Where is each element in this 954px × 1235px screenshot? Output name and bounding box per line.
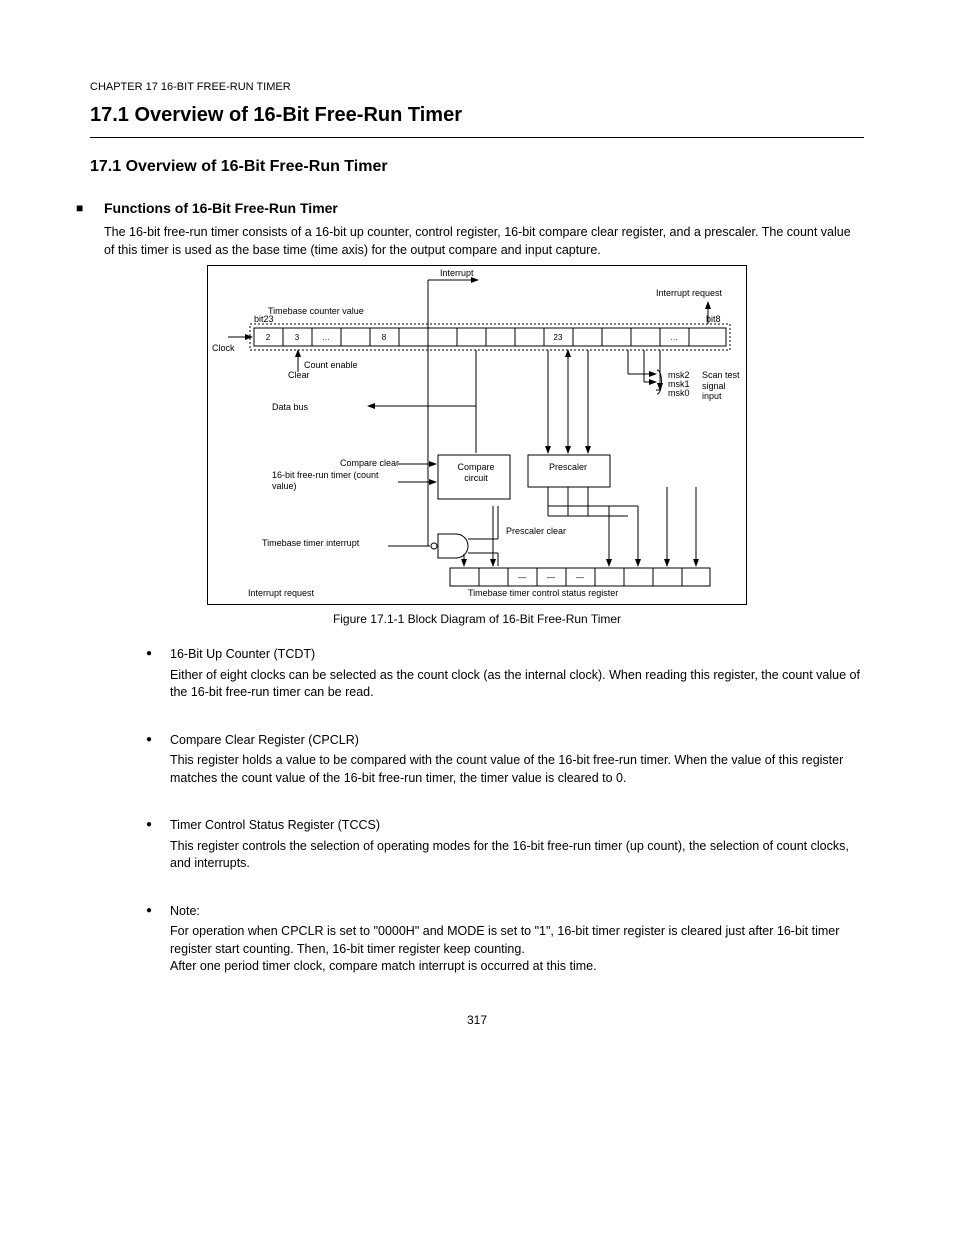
- bullet-body: This register holds a value to be compar…: [170, 752, 864, 787]
- bullet-title: Timer Control Status Register (TCCS): [170, 817, 864, 835]
- lbl-interrupt-request-bottom: Interrupt request: [248, 588, 314, 598]
- title-rule: [90, 137, 864, 138]
- bullet-item: Compare Clear Register (CPCLR) This regi…: [146, 732, 864, 788]
- svg-text:2: 2: [266, 333, 271, 342]
- page-title: 17.1 Overview of 16-Bit Free-Run Timer: [90, 101, 864, 129]
- bullet-body: This register controls the selection of …: [170, 838, 864, 873]
- bullet-body: For operation when CPCLR is set to "0000…: [170, 923, 864, 976]
- svg-text:…: …: [322, 333, 330, 342]
- lbl-compare-circuit: Compare circuit: [446, 462, 506, 483]
- svg-text:8: 8: [382, 333, 387, 342]
- page-number: 317: [90, 1012, 864, 1029]
- svg-text:23: 23: [554, 333, 563, 342]
- bullet-body: Either of eight clocks can be selected a…: [170, 667, 864, 702]
- subsection-title: Functions of 16-Bit Free-Run Timer: [104, 199, 864, 219]
- lbl-interrupt-top: Interrupt: [440, 268, 474, 278]
- figure-caption: Figure 17.1-1 Block Diagram of 16-Bit Fr…: [90, 611, 864, 628]
- bullet-item: Timer Control Status Register (TCCS) Thi…: [146, 817, 864, 873]
- lbl-msk0: msk0: [668, 388, 690, 398]
- bullet-item: Note: For operation when CPCLR is set to…: [146, 903, 864, 976]
- bullet-title: Note:: [170, 903, 864, 921]
- lbl-bit23: bit23: [254, 314, 274, 324]
- lbl-prescaler: Prescaler: [536, 462, 600, 472]
- lbl-clock: Clock: [212, 343, 235, 353]
- bullet-title: Compare Clear Register (CPCLR): [170, 732, 864, 750]
- lbl-clear: Clear: [288, 370, 310, 380]
- lbl-bit8: bit8: [706, 314, 721, 324]
- svg-text:—: —: [547, 573, 555, 582]
- lbl-interrupt-req: Interrupt request: [656, 288, 722, 298]
- lbl-timebase-counter: Timebase counter value: [268, 306, 364, 316]
- bullet-list: 16-Bit Up Counter (TCDT) Either of eight…: [146, 646, 864, 976]
- svg-text:—: —: [576, 573, 584, 582]
- svg-text:…: …: [670, 333, 678, 342]
- intro-paragraph: The 16-bit free-run timer consists of a …: [104, 224, 864, 259]
- bullet-title: 16-Bit Up Counter (TCDT): [170, 646, 864, 664]
- svg-text:—: —: [518, 573, 526, 582]
- lbl-sixteen-counter: 16-bit free-run timer (count value): [272, 470, 392, 491]
- diagram-svg: 2 3 … 8 23 …: [208, 266, 748, 606]
- lbl-tctrl: Timebase timer control status register: [468, 588, 618, 598]
- section-heading: 17.1 Overview of 16-Bit Free-Run Timer: [90, 156, 864, 178]
- bullet-item: 16-Bit Up Counter (TCDT) Either of eight…: [146, 646, 864, 702]
- lbl-scan-signal: Scan testsignalinput: [702, 370, 740, 401]
- lbl-prescaler-clear: Prescaler clear: [506, 526, 566, 536]
- lbl-data-bus: Data bus: [272, 402, 308, 412]
- lbl-compare-clear: Compare clear: [340, 458, 399, 468]
- lbl-timebase-interrupt: Timebase timer interrupt: [262, 538, 392, 548]
- block-diagram: 2 3 … 8 23 …: [207, 265, 747, 605]
- svg-text:3: 3: [295, 333, 300, 342]
- chapter-header: CHAPTER 17 16-BIT FREE-RUN TIMER: [90, 80, 864, 95]
- lbl-count-enable: Count enable: [304, 360, 358, 370]
